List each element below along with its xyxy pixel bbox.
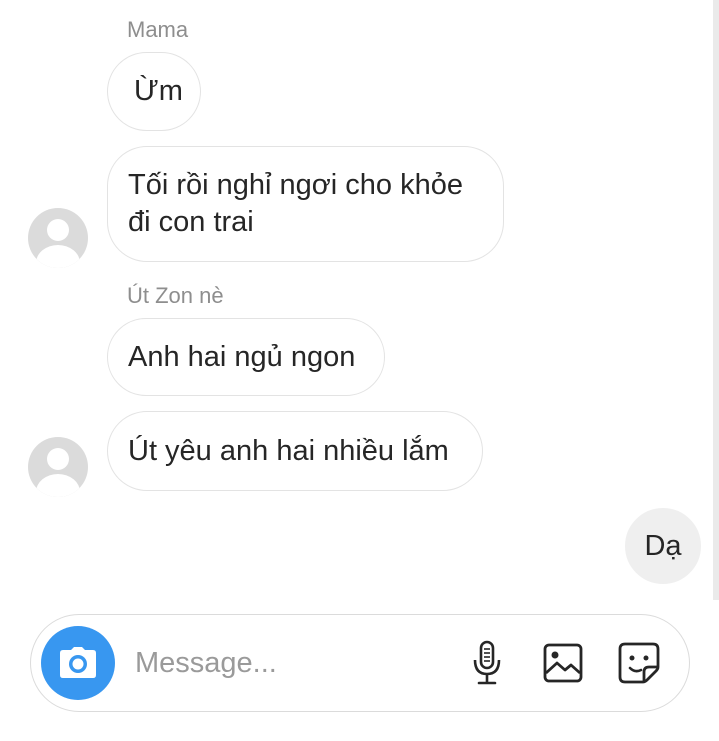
message-input[interactable] bbox=[135, 639, 435, 687]
avatar-body-shape bbox=[36, 245, 80, 268]
message-composer bbox=[30, 614, 690, 712]
avatar-head-shape bbox=[47, 219, 69, 241]
gallery-button[interactable] bbox=[539, 639, 587, 687]
message-text: Tối rồi nghỉ ngơi cho khỏe đi con trai bbox=[128, 169, 463, 238]
voice-message-button[interactable] bbox=[463, 639, 511, 687]
camera-button[interactable] bbox=[41, 626, 115, 700]
message-bubble[interactable]: Anh hai ngủ ngon bbox=[107, 318, 385, 396]
microphone-icon bbox=[473, 640, 501, 685]
camera-icon bbox=[60, 647, 96, 678]
message-text: Ừm bbox=[134, 75, 183, 107]
scrollbar[interactable] bbox=[713, 0, 719, 600]
sender-name-mama: Mama bbox=[127, 17, 189, 42]
avatar-head-shape bbox=[47, 448, 69, 470]
avatar-mama[interactable] bbox=[28, 208, 88, 268]
sticker-button[interactable] bbox=[615, 639, 663, 687]
image-icon bbox=[543, 643, 583, 683]
avatar-ut-zon[interactable] bbox=[28, 437, 88, 497]
outgoing-message-bubble[interactable]: Dạ bbox=[625, 508, 701, 584]
message-text: Anh hai ngủ ngon bbox=[128, 340, 356, 373]
message-text: Dạ bbox=[644, 529, 682, 562]
message-bubble[interactable]: Tối rồi nghỉ ngơi cho khỏe đi con trai bbox=[107, 146, 504, 262]
avatar-body-shape bbox=[36, 474, 80, 497]
sticker-icon bbox=[618, 642, 660, 684]
message-bubble[interactable]: Ừm bbox=[107, 52, 201, 131]
chat-screen: Mama Ừm Tối rồi nghỉ ngơi cho khỏe đi co… bbox=[0, 0, 719, 741]
sender-name-ut-zon: Út Zon nè bbox=[127, 283, 224, 308]
message-text: Út yêu anh hai nhiều lắm bbox=[128, 434, 449, 467]
message-bubble[interactable]: Út yêu anh hai nhiều lắm bbox=[107, 411, 483, 491]
